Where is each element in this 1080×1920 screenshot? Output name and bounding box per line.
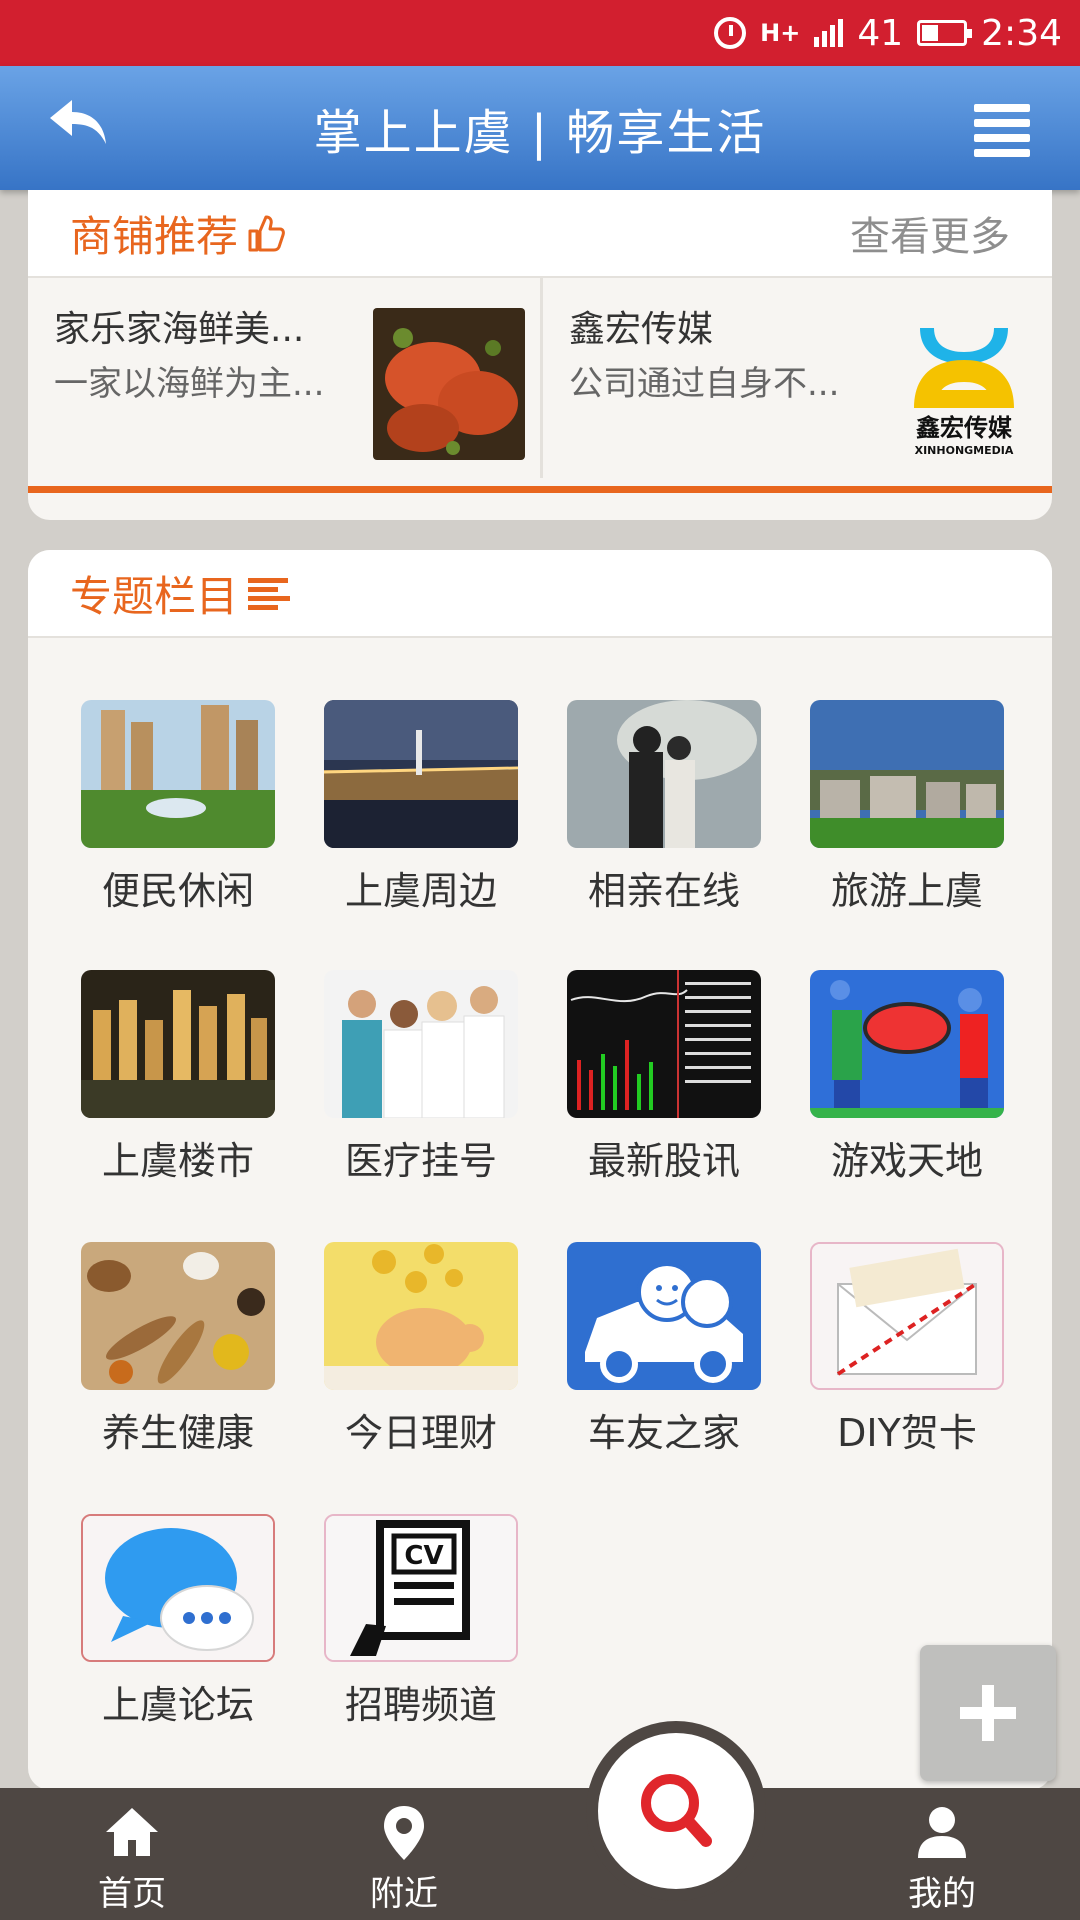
topic-car-club[interactable]: 车友之家 (564, 1242, 764, 1472)
topic-label: 医疗挂号 (344, 1139, 497, 1183)
page-title: 掌上上虞 | 畅享生活 (313, 105, 767, 161)
shop-item-xinhong[interactable]: 鑫宏传媒 公司通过自身不... 鑫宏传媒 XINHONGMEDIA (540, 278, 1052, 478)
night-bridge-image (324, 700, 518, 848)
topic-label: 最新股讯 (587, 1139, 740, 1183)
nav-mine-label: 我的 (908, 1874, 976, 1914)
topic-health[interactable]: 养生健康 (78, 1242, 278, 1472)
svg-text:鑫宏传媒: 鑫宏传媒 (916, 414, 1013, 442)
signal-icon (814, 19, 844, 47)
clock: 2:34 (981, 12, 1062, 54)
nav-home[interactable]: 首页 (42, 1788, 222, 1920)
topic-label: 上虞楼市 (101, 1139, 254, 1183)
doctors-image (324, 970, 518, 1118)
location-pin-icon (384, 1806, 424, 1860)
bottom-nav: 首页 附近 我的 (0, 1788, 1080, 1920)
topic-label: 养生健康 (101, 1411, 254, 1455)
topic-label: DIY贺卡 (837, 1411, 977, 1455)
svg-text:CV: CV (404, 1541, 443, 1571)
topic-finance[interactable]: 今日理财 (321, 1242, 521, 1472)
shop-desc: 公司通过自身不... (569, 364, 840, 404)
shop-name: 鑫宏传媒 (569, 309, 714, 350)
accent-divider (28, 486, 1052, 493)
topic-label: 招聘频道 (344, 1683, 497, 1727)
leisure-image (81, 700, 275, 848)
shop-item-seafood[interactable]: 家乐家海鲜美... 一家以海鲜为主... (28, 278, 540, 478)
topic-real-estate[interactable]: 上虞楼市 (78, 970, 278, 1200)
chat-bubble-icon (81, 1514, 275, 1662)
nav-home-label: 首页 (98, 1874, 166, 1914)
network-type: H+ (760, 19, 801, 47)
topic-games[interactable]: 游戏天地 (807, 970, 1007, 1200)
search-icon (641, 1774, 712, 1847)
nav-nearby[interactable]: 附近 (314, 1788, 494, 1920)
menu-icon[interactable] (974, 104, 1030, 157)
couple-image (567, 700, 761, 848)
topic-label: 今日理财 (344, 1411, 497, 1455)
topic-label: 游戏天地 (830, 1139, 983, 1183)
nav-mine[interactable]: 我的 (852, 1788, 1032, 1920)
user-icon (918, 1807, 966, 1858)
nav-nearby-label: 附近 (370, 1874, 438, 1914)
christmas-card-image (810, 1242, 1004, 1390)
topic-label: 上虞周边 (344, 869, 497, 913)
spices-image (81, 1242, 275, 1390)
topic-surroundings[interactable]: 上虞周边 (321, 700, 521, 930)
xinhong-logo: 鑫宏传媒 XINHONGMEDIA (888, 308, 1040, 460)
stock-chart-image (567, 970, 761, 1118)
topics-card: 专题栏目 便民休闲 上虞周边 相亲在线 旅游上虞 上虞楼市 医疗挂号 最新股讯 … (28, 550, 1052, 1790)
topic-dating[interactable]: 相亲在线 (564, 700, 764, 930)
cv-icon: CV (324, 1514, 518, 1662)
shop-section-header: 商铺推荐 查看更多 (28, 190, 1052, 278)
buildings-image (81, 970, 275, 1118)
topic-label: 相亲在线 (587, 869, 740, 913)
back-icon[interactable] (44, 94, 114, 154)
topic-jobs[interactable]: CV 招聘频道 (321, 1514, 521, 1744)
home-icon (106, 1808, 158, 1856)
shop-desc: 一家以海鲜为主... (54, 364, 325, 404)
topic-label: 旅游上虞 (830, 869, 983, 913)
seafood-image (373, 308, 525, 460)
mario-image (810, 970, 1004, 1118)
shop-recommend-card: 商铺推荐 查看更多 家乐家海鲜美... 一家以海鲜为主... 鑫宏传媒 公司通过… (28, 190, 1052, 520)
topic-forum[interactable]: 上虞论坛 (78, 1514, 278, 1744)
list-icon (248, 578, 291, 610)
shop-name: 家乐家海鲜美... (54, 309, 305, 350)
piggy-bank-image (324, 1242, 518, 1390)
thumbs-up-icon (248, 215, 285, 252)
search-button[interactable] (586, 1721, 766, 1901)
svg-text:XINHONGMEDIA: XINHONGMEDIA (915, 444, 1014, 457)
topics-section-title: 专题栏目 (70, 563, 292, 624)
topic-label: 便民休闲 (101, 869, 254, 913)
status-bar: H+ 41 2:34 (0, 0, 1080, 66)
battery-icon (917, 20, 973, 46)
battery-level: 41 (857, 12, 904, 54)
shop-section-title: 商铺推荐 (70, 203, 286, 264)
add-button[interactable] (920, 1645, 1056, 1781)
alarm-icon (714, 17, 747, 49)
stone-elephants-image (810, 700, 1004, 848)
topic-label: 车友之家 (587, 1411, 740, 1455)
view-more-link[interactable]: 查看更多 (850, 204, 1010, 262)
topic-label: 上虞论坛 (101, 1683, 254, 1727)
topic-stocks[interactable]: 最新股讯 (564, 970, 764, 1200)
car-club-icon (567, 1242, 761, 1390)
app-header: 掌上上虞 | 畅享生活 (0, 66, 1080, 190)
topic-medical[interactable]: 医疗挂号 (321, 970, 521, 1200)
topic-tourism[interactable]: 旅游上虞 (807, 700, 1007, 930)
topics-grid: 便民休闲 上虞周边 相亲在线 旅游上虞 上虞楼市 医疗挂号 最新股讯 游戏天地 … (28, 638, 1052, 1778)
topics-section-header: 专题栏目 (28, 550, 1052, 638)
topic-greeting-card[interactable]: DIY贺卡 (807, 1242, 1007, 1472)
topic-leisure[interactable]: 便民休闲 (78, 700, 278, 930)
